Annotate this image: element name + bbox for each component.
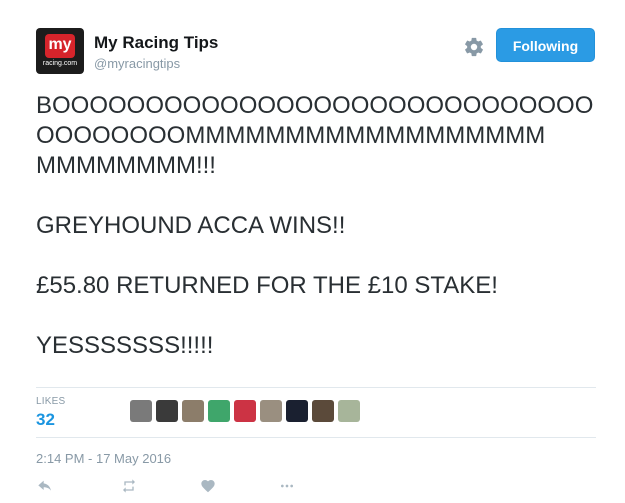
tweet-text: BOOOOOOOOOOOOOOOOOOOOOOOOOOOOO OOOOOOOOM… xyxy=(36,91,596,361)
account-avatar[interactable]: my racing.com xyxy=(36,28,84,74)
heart-icon[interactable] xyxy=(199,478,217,494)
tweet-line: GREYHOUND ACCA WINS!! xyxy=(36,212,346,239)
retweet-icon[interactable] xyxy=(119,478,139,494)
more-icon[interactable] xyxy=(277,478,297,494)
avatar-logo: my xyxy=(45,34,75,58)
tweet-line: £55.80 RETURNED FOR THE £10 STAKE! xyxy=(36,272,498,299)
tweet-line: BOOOOOOOOOOOOOOOOOOOOOOOOOOOOO xyxy=(36,92,594,119)
liker-avatar[interactable] xyxy=(234,400,256,422)
liker-avatar[interactable] xyxy=(130,400,152,422)
liker-avatar[interactable] xyxy=(312,400,334,422)
tweet-line: OOOOOOOOMMMMMMMMMMMMMMMMMM xyxy=(36,122,546,149)
divider xyxy=(36,437,596,438)
tweet-timestamp[interactable]: 2:14 PM - 17 May 2016 xyxy=(36,451,171,466)
liker-avatar[interactable] xyxy=(208,400,230,422)
gear-icon[interactable] xyxy=(463,36,485,58)
avatar-site-text: racing.com xyxy=(42,60,78,67)
liker-avatar[interactable] xyxy=(182,400,204,422)
divider xyxy=(36,387,596,388)
liker-avatar[interactable] xyxy=(286,400,308,422)
tweet-actions xyxy=(36,478,336,498)
liker-avatar[interactable] xyxy=(338,400,360,422)
following-button[interactable]: Following xyxy=(496,28,595,62)
account-handle[interactable]: @myracingtips xyxy=(94,56,180,71)
tweet-line: YESSSSSSS!!!!! xyxy=(36,332,214,359)
tweet-line: MMMMMMMM!!! xyxy=(36,152,216,179)
liker-avatar[interactable] xyxy=(156,400,178,422)
likes-label: LIKES xyxy=(36,396,66,407)
account-name[interactable]: My Racing Tips xyxy=(94,33,218,53)
liker-avatar[interactable] xyxy=(260,400,282,422)
reply-icon[interactable] xyxy=(36,478,54,494)
likes-count[interactable]: 32 xyxy=(36,410,55,430)
tweet-header: my racing.com My Racing Tips @myracingti… xyxy=(36,28,596,76)
